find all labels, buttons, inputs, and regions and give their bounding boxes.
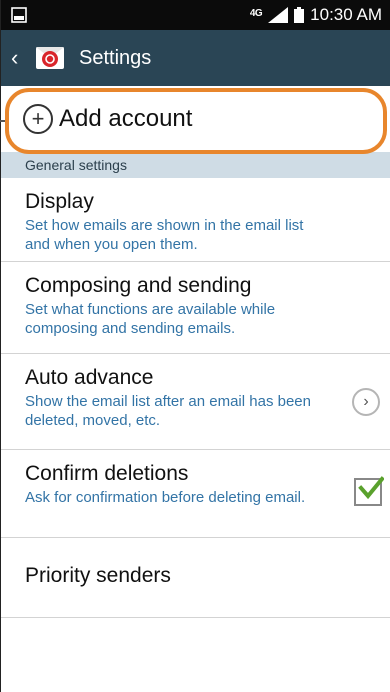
setting-description: Ask for confirmation before deleting ema…	[25, 489, 306, 506]
add-account-button[interactable]: + Add account	[0, 86, 390, 154]
page-title: Settings	[79, 46, 152, 69]
add-circle-icon: +	[23, 104, 53, 134]
signal-icon	[268, 7, 289, 23]
add-account-label: Add account	[59, 105, 193, 132]
setting-item-confirm-deletions[interactable]: Confirm deletions Ask for confirmation b…	[1, 450, 390, 538]
setting-description: Set what functions are available while c…	[25, 301, 276, 337]
setting-title: Priority senders	[25, 564, 171, 587]
setting-title: Auto advance	[25, 366, 154, 389]
action-bar: ‹ Settings	[1, 30, 390, 86]
setting-title: Confirm deletions	[25, 462, 189, 485]
callout-line	[0, 120, 9, 122]
setting-item-composing-and-sending[interactable]: Composing and sending Set what functions…	[1, 262, 390, 354]
chevron-left-icon[interactable]: ‹	[11, 45, 31, 71]
setting-description: Show the email list after an email has b…	[25, 393, 311, 429]
checkmark-icon	[358, 476, 384, 500]
setting-description: Set how emails are shown in the email li…	[25, 217, 304, 253]
section-header: General settings	[1, 152, 390, 178]
setting-item-priority-senders[interactable]: Priority senders	[1, 538, 390, 618]
setting-item-auto-advance[interactable]: Auto advance Show the email list after a…	[1, 354, 390, 450]
confirm-deletions-checkbox[interactable]	[354, 476, 384, 506]
status-bar: 4G 10:30 AM	[1, 0, 390, 30]
email-app-icon[interactable]	[35, 46, 65, 70]
network-type-label: 4G	[249, 7, 263, 19]
clock: 10:30 AM	[310, 5, 382, 24]
gallery-notification-icon	[9, 6, 29, 24]
phone-screen: 4G 10:30 AM ‹ Settings + Add account Gen…	[0, 0, 390, 692]
chevron-right-icon[interactable]: ›	[352, 388, 380, 416]
setting-title: Composing and sending	[25, 274, 252, 297]
battery-icon	[294, 7, 305, 23]
setting-item-display[interactable]: Display Set how emails are shown in the …	[1, 178, 390, 262]
setting-title: Display	[25, 190, 94, 213]
